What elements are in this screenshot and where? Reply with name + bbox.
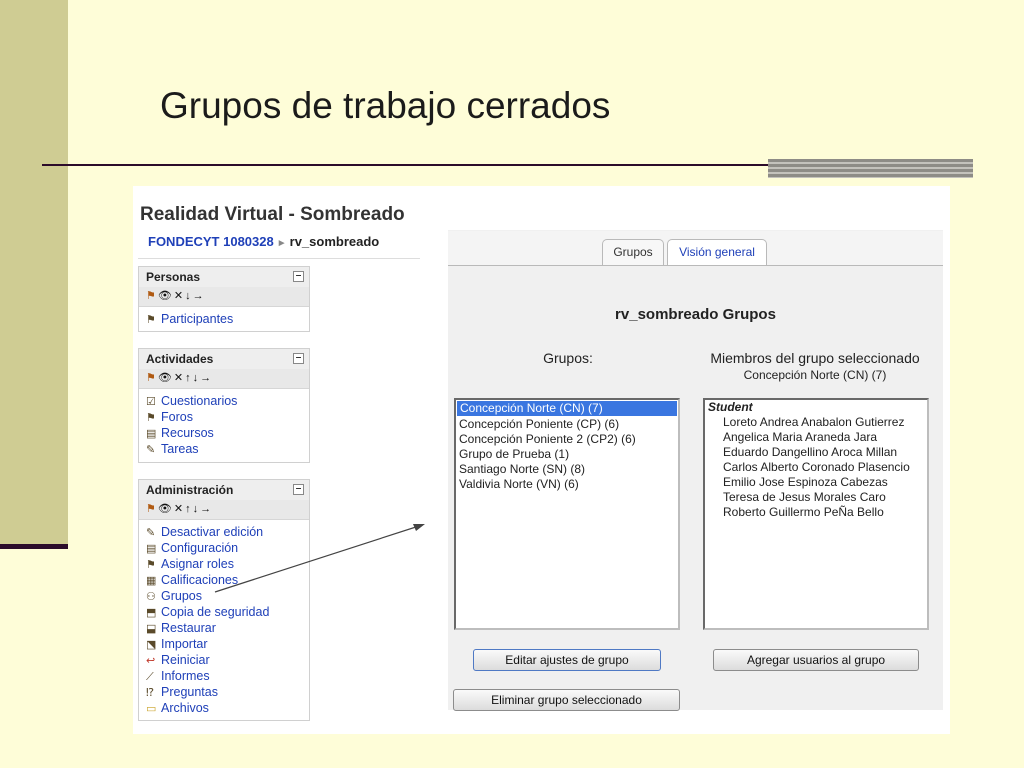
annotation-arrow-head (413, 524, 425, 531)
slide-side-bar (0, 0, 68, 548)
annotation-arrow-line (214, 525, 420, 593)
slide-title: Grupos de trabajo cerrados (160, 85, 611, 126)
annotation-arrow (214, 524, 425, 593)
decorative-stripes (768, 159, 973, 178)
slide-bar-underline (0, 544, 68, 549)
moodle-screenshot: Realidad Virtual - Sombreado FONDECYT 10… (133, 186, 950, 734)
